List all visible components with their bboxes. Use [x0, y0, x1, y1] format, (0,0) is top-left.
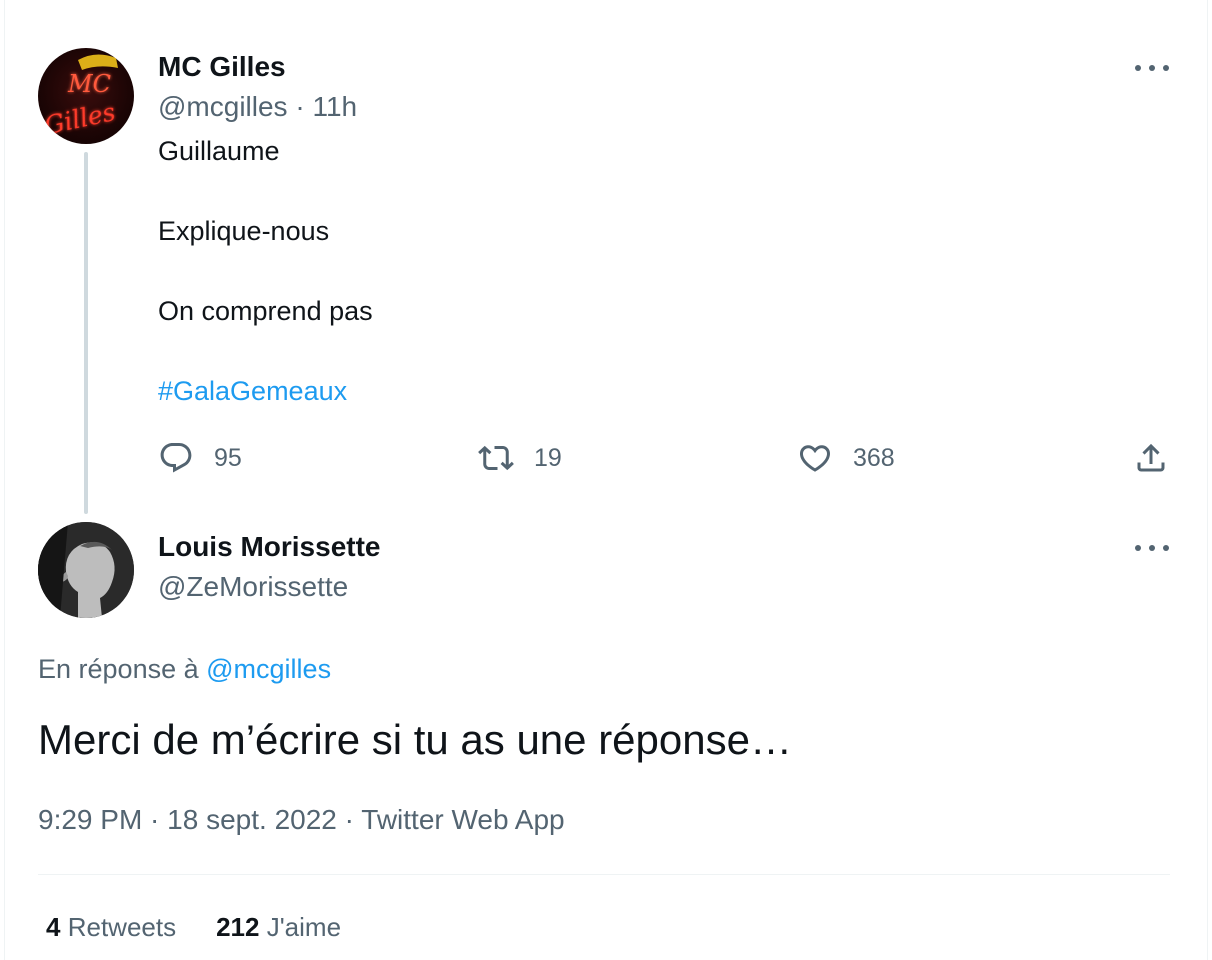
retweets-stat[interactable]: 4 Retweets: [46, 912, 176, 943]
parent-handle[interactable]: @mcgilles: [158, 91, 288, 122]
engagement-stats: 4 Retweets 212 J'aime: [46, 912, 341, 943]
likes-stat[interactable]: 212 J'aime: [216, 912, 341, 943]
profile-photo-image: [38, 522, 134, 618]
retweets-count: 4: [46, 912, 61, 942]
thread-connector-line: [84, 152, 88, 514]
meta-separator: ·: [142, 804, 168, 835]
share-button[interactable]: [1133, 438, 1169, 478]
tweet-time[interactable]: 9:29 PM: [38, 804, 142, 835]
retweets-label: Retweets: [67, 912, 177, 942]
replying-prefix: En réponse à: [38, 654, 199, 684]
more-icon[interactable]: [1135, 543, 1169, 553]
parent-tweet-line-3: On comprend pas: [158, 296, 373, 326]
mcgilles-avatar[interactable]: MC Gilles: [38, 48, 134, 144]
parent-tweet-line-1: Guillaume: [158, 136, 280, 166]
heart-icon: [799, 445, 831, 472]
zemorissette-avatar[interactable]: [38, 522, 134, 618]
more-icon[interactable]: [1135, 63, 1169, 73]
reply-count: 95: [214, 443, 242, 472]
replying-to-mention[interactable]: @mcgilles: [206, 654, 331, 684]
tweet-meta-row: 9:29 PM · 18 sept. 2022 · Twitter Web Ap…: [38, 804, 565, 836]
tweet-date[interactable]: 18 sept. 2022: [167, 804, 337, 835]
likes-label: J'aime: [266, 912, 342, 942]
parent-handle-row: @mcgilles · 11h: [158, 91, 357, 123]
tweet-source[interactable]: Twitter Web App: [361, 804, 564, 835]
retweet-icon: [478, 445, 514, 471]
neon-sign-image: MC Gilles: [42, 54, 118, 140]
replying-to-line: En réponse à @mcgilles: [38, 654, 331, 685]
retweet-button[interactable]: 19: [478, 438, 562, 478]
retweet-count: 19: [534, 443, 562, 472]
hashtag-link[interactable]: #GalaGemeaux: [158, 376, 347, 407]
like-count: 368: [853, 443, 895, 472]
avatar-text-mc: MC: [67, 70, 111, 98]
reply-button[interactable]: 95: [158, 438, 242, 478]
focused-tweet-text: Merci de m’écrire si tu as une réponse…: [38, 716, 792, 763]
stats-divider: [38, 874, 1170, 875]
likes-count: 212: [216, 912, 260, 942]
share-icon: [1137, 443, 1165, 472]
parent-author-name[interactable]: MC Gilles: [158, 51, 286, 83]
reply-author-name[interactable]: Louis Morissette: [158, 531, 380, 563]
reply-handle[interactable]: @ZeMorissette: [158, 571, 348, 603]
like-button[interactable]: 368: [797, 438, 895, 478]
handle-time-separator: ·: [295, 91, 305, 122]
meta-separator: ·: [336, 804, 362, 835]
reply-icon: [160, 443, 192, 473]
parent-tweet-line-2: Explique-nous: [158, 216, 330, 246]
parent-timestamp[interactable]: 11h: [312, 91, 357, 122]
